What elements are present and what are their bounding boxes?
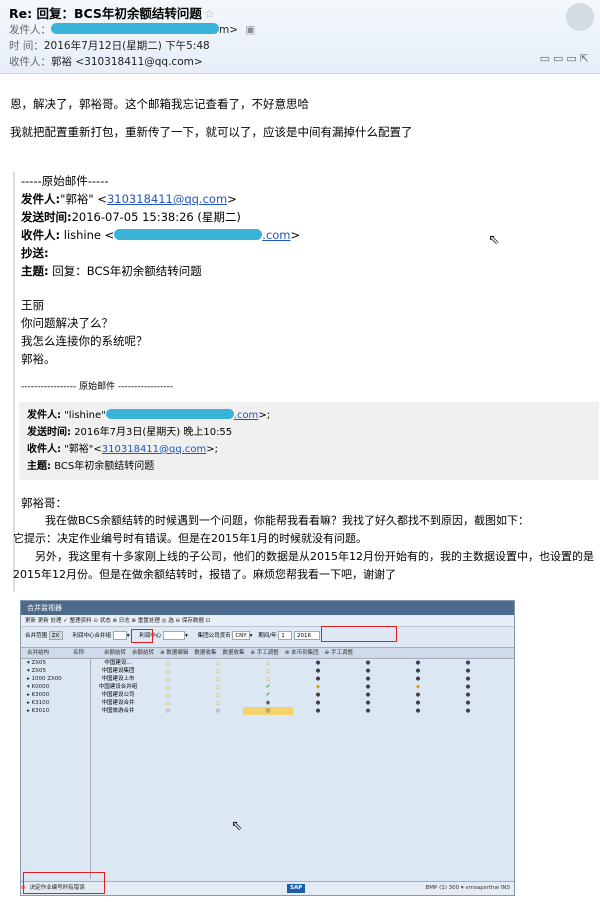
system-info: BMP (1) 300 ▾ vmsapsrthw INS: [425, 885, 510, 891]
quote-separator: -----原始邮件-----: [21, 174, 109, 188]
email-link[interactable]: 310318411@qq.com: [107, 192, 227, 206]
reply-body: 恩，解决了，郭裕哥。这个邮箱我忘记查看了，不好意思哈 我就把配置重新打包，重新传…: [10, 96, 413, 140]
sap-status-bar: ⊗ 决定作业编号时有错误 SAP BMP (1) 300 ▾ vmsapsrthw…: [21, 872, 514, 895]
message-line: 王丽: [21, 298, 44, 312]
currency-field[interactable]: CNY: [232, 631, 250, 640]
sap-logo: SAP: [287, 884, 306, 893]
inner-sent: 发送时间: 2016年7月3日(星期天) 晚上10:55: [27, 427, 233, 438]
paragraph: 我在做BCS余额结转的时候遇到一个问题，你能帮我看看嘛？我找了好久都找不到原因，…: [45, 514, 530, 527]
highlight-box: [23, 872, 105, 894]
inner-from: 发件人: "lishine" .com>;: [27, 409, 271, 421]
redaction-blot: [114, 229, 263, 240]
sap-task-grid: ▾ ZX05 ▾ ZX05 ▸ 1000 ZX00 ▾ K0000 ▸ K300…: [21, 659, 514, 879]
header-actions: ▭▭▭⇱: [540, 52, 592, 65]
body-line: 恩，解决了，郭裕哥。这个邮箱我忘记查看了，不好意思哈: [10, 97, 309, 111]
sap-toolbar: 更新 更新 处理 ✓ 整理资料 ⊙ 状态 ⊗ 日志 ⊕ 重置处理 ◎ 选 ⊖ 保…: [21, 615, 514, 627]
profit-center-field[interactable]: [163, 631, 186, 640]
redaction-blot: [51, 23, 219, 34]
time-row: 时 间：2016年7月12日(星期二) 下午5:48: [9, 40, 210, 52]
quote-sent: 发送时间:2016-07-05 15:38:26 (星期二): [21, 210, 241, 224]
recipient-row: 收件人：郭裕 <310318411@qq.com>: [9, 56, 203, 68]
quote-from: 发件人:"郭裕" <310318411@qq.com>: [21, 192, 237, 206]
tree-node[interactable]: ▸ K3010: [21, 707, 90, 715]
message-line: 我怎么连接你的系统呢？: [21, 334, 148, 348]
avatar[interactable]: [566, 3, 594, 31]
expand-icon[interactable]: ⇱: [580, 52, 592, 65]
highlight-box: [131, 629, 153, 643]
sap-column-headers: 合并结构 名称 余额结转 余额结转 ⊕ 数据编辑 数据收集 数据收集 ⊕ 手工调整 ⊗ 本币到集…: [21, 647, 514, 659]
mouse-cursor-icon: ⇖: [488, 232, 500, 248]
tree-node[interactable]: ▾ K0000: [21, 683, 90, 691]
tree-node[interactable]: ▾ ZX05: [21, 667, 90, 675]
email-subject: Re: 回复：BCS年初余额结转问题 ☆: [9, 6, 216, 21]
paragraph: 2015年12月份。但是在做余额结转时，报错了。麻烦您帮我看一下吧，谢谢了: [13, 568, 396, 581]
dropdown-icon[interactable]: ▾: [127, 633, 130, 639]
email-link[interactable]: 310318411@qq.com: [102, 444, 207, 455]
sap-tree: ▾ ZX05 ▾ ZX05 ▸ 1000 ZX00 ▾ K0000 ▸ K300…: [21, 659, 91, 879]
star-icon[interactable]: ☆: [204, 6, 215, 21]
mouse-cursor-icon: ⇖: [231, 818, 243, 834]
highlight-box: [321, 626, 397, 642]
dropdown-icon[interactable]: ▾: [250, 633, 253, 639]
scope-field[interactable]: ZX: [48, 631, 63, 640]
paragraph: 另外，我这里有十多家刚上线的子公司，他们的数据是从2015年12月份开始有的，我…: [35, 550, 594, 563]
tree-node[interactable]: ▸ K3000: [21, 691, 90, 699]
tree-node[interactable]: ▸ 1000 ZX00: [21, 675, 90, 683]
sap-selection-fields: 合并范围 ZX 利润中心合并组 ▾ 利润中心 ▾ 集团公司货币 CNY ▾ 期间/…: [21, 626, 514, 647]
quote-to: 收件人: lishine < .com>: [21, 228, 301, 242]
inner-to: 收件人: "郭裕"<310318411@qq.com>;: [27, 444, 219, 455]
inner-subject: 主题: BCS年初余额结转问题: [27, 461, 155, 472]
redaction-blot: [105, 409, 234, 419]
window-icon[interactable]: ▭: [566, 52, 579, 65]
inner-header: 发件人: "lishine" .com>; 发送时间: 2016年7月3日(星期天…: [19, 402, 599, 480]
quote-subject: 主题: 回复：BCS年初余额结转问题: [21, 264, 202, 278]
window-icon[interactable]: ▭: [540, 52, 553, 65]
period-field[interactable]: 1: [278, 631, 293, 640]
sap-title: 合并监视器: [21, 601, 514, 615]
email-header: Re: 回复：BCS年初余额结转问题 ☆ 发件人： m> ▣ 时 间：2016年7月…: [0, 0, 600, 74]
window-icon[interactable]: ▭: [553, 52, 566, 65]
original-separator: ----------------- 原始邮件 -----------------: [21, 382, 174, 392]
tree-node[interactable]: ▾ ZX05: [21, 659, 90, 667]
paragraph: 它提示：决定作业编号时有错误。但是在2015年1月的时候就没有问题。: [13, 532, 367, 545]
greeting: 郭裕哥：: [21, 496, 67, 510]
card-icon[interactable]: ▣: [245, 24, 255, 36]
dropdown-icon[interactable]: ▾: [185, 633, 188, 639]
status-cells: 中国建设... △ △ △ ● ● ● ● 中国建设集团 △ △ △ ● ● ● ● 中国建设上市 △ △ △ ● ●…: [98, 660, 471, 715]
quote-cc: 抄送:: [21, 246, 49, 260]
sap-screenshot: 合并监视器 更新 更新 处理 ✓ 整理资料 ⊙ 状态 ⊗ 日志 ⊕ 重置处理 ◎…: [20, 600, 515, 896]
year-field[interactable]: 2016: [294, 631, 321, 640]
sender-row: 发件人： m> ▣: [9, 23, 256, 36]
quoted-message: -----原始邮件----- 发件人:"郭裕" <310318411@qq.co…: [13, 172, 600, 592]
body-line: 我就把配置重新打包，重新传了一下，就可以了，应该是中间有漏掉什么配置了: [10, 125, 413, 139]
message-line: 你问题解决了么？: [21, 316, 113, 330]
tree-node[interactable]: ▸ K3100: [21, 699, 90, 707]
pc-group-field[interactable]: [112, 631, 127, 640]
message-line: 郭裕。: [21, 352, 56, 366]
